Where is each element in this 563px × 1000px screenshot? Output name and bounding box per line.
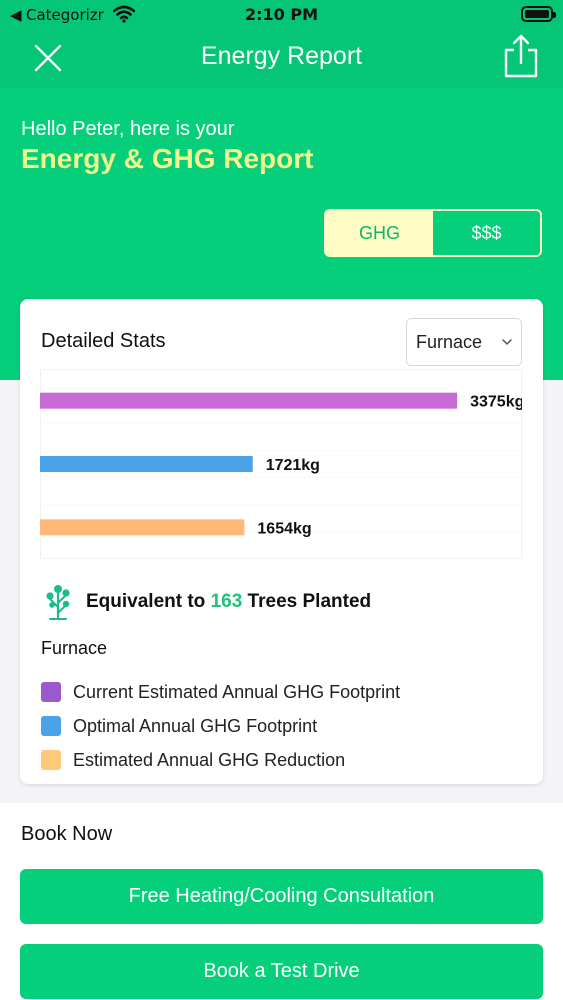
legend-title: Furnace bbox=[41, 638, 108, 658]
stats-title: Detailed Stats bbox=[41, 330, 166, 352]
greeting-text: Hello Peter, here is your bbox=[21, 118, 235, 140]
toggle-ghg[interactable]: GHG bbox=[326, 211, 433, 255]
equivalent-prefix: Equivalent to bbox=[86, 591, 211, 612]
chart-data-label: 3375kg bbox=[470, 394, 522, 411]
detailed-stats-card: Detailed Stats Furnace 3375kg 1721kg 1654k… bbox=[20, 299, 543, 784]
book-now-title: Book Now bbox=[21, 823, 113, 845]
chart-data-label: 1654kg bbox=[257, 520, 311, 537]
status-time: 2:10 PM bbox=[244, 5, 318, 24]
legend-swatch-optimal bbox=[41, 716, 61, 736]
tree-icon bbox=[46, 585, 70, 621]
toggle-dollars[interactable]: $$$ bbox=[433, 211, 540, 255]
share-icon[interactable] bbox=[502, 34, 540, 78]
page-title: Energy Report bbox=[200, 42, 363, 70]
legend-label-reduction: Estimated Annual GHG Reduction bbox=[73, 749, 346, 770]
legend-swatch-current bbox=[41, 682, 61, 702]
ghg-bar-chart: 3375kg 1721kg 1654kg bbox=[40, 369, 522, 559]
legend-label-current: Current Estimated Annual GHG Footprint bbox=[73, 681, 401, 702]
units-toggle: GHG $$$ bbox=[324, 209, 542, 257]
report-headline: Energy & GHG Report bbox=[21, 143, 314, 174]
chart-bar bbox=[40, 392, 458, 409]
test-drive-button[interactable]: Book a Test Drive bbox=[20, 944, 543, 999]
consultation-button[interactable]: Free Heating/Cooling Consultation bbox=[20, 869, 543, 924]
appliance-dropdown[interactable]: Furnace bbox=[406, 318, 522, 366]
chart-data-label: 1721kg bbox=[266, 457, 320, 474]
chart-bar bbox=[40, 519, 245, 536]
trees-equivalent: Equivalent to 163 Trees Planted bbox=[44, 582, 371, 622]
trees-equivalent-text: Equivalent to 163 Trees Planted bbox=[86, 591, 371, 613]
legend-item: Optimal Annual GHG Footprint bbox=[41, 709, 400, 743]
chart-bar bbox=[40, 456, 253, 472]
trees-count: 163 bbox=[210, 591, 243, 612]
chevron-down-icon bbox=[502, 339, 512, 345]
legend-swatch-reduction bbox=[41, 750, 61, 770]
dropdown-value: Furnace bbox=[416, 331, 483, 352]
equivalent-suffix: Trees Planted bbox=[242, 591, 372, 612]
battery-icon bbox=[521, 6, 556, 22]
legend-item: Estimated Annual GHG Reduction bbox=[41, 743, 400, 777]
status-bar: ◀ Categorizr 2:10 PM bbox=[0, 0, 563, 30]
chart-legend: Current Estimated Annual GHG Footprint O… bbox=[41, 675, 400, 777]
book-now-section: Book Now Free Heating/Cooling Consultati… bbox=[0, 803, 563, 1000]
legend-item: Current Estimated Annual GHG Footprint bbox=[41, 675, 400, 709]
legend-label-optimal: Optimal Annual GHG Footprint bbox=[73, 715, 318, 736]
